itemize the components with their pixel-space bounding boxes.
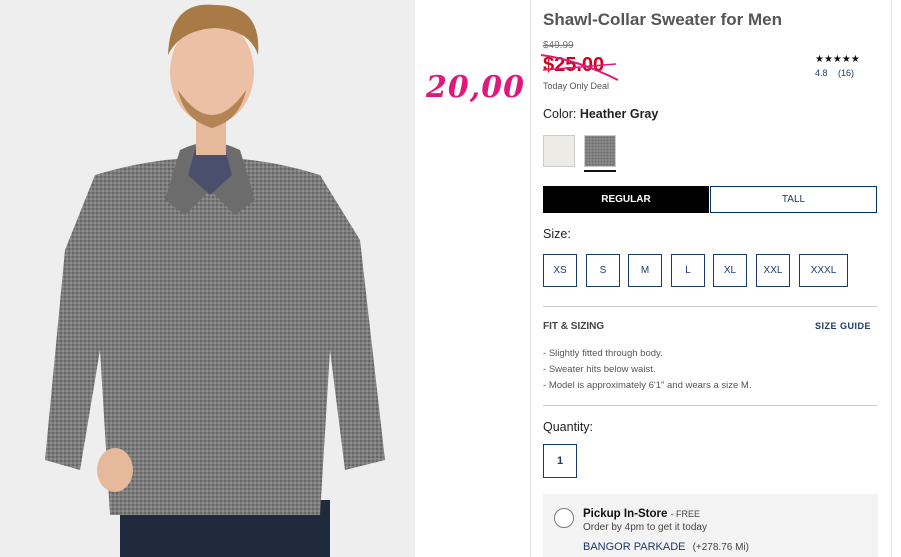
fit-tall-button[interactable]: TALL: [710, 186, 877, 213]
pickup-note: Order by 4pm to get it today: [583, 522, 707, 533]
rating-value: 4.8: [815, 68, 828, 78]
list-item: Model is approximately 6'1" and wears a …: [543, 378, 752, 394]
fit-sizing-heading: FIT & SIZING: [543, 321, 605, 332]
swatch-cream[interactable]: [543, 135, 575, 167]
pickup-radio[interactable]: [554, 508, 574, 528]
deal-note: Today Only Deal: [543, 81, 610, 91]
size-guide-link[interactable]: SIZE GUIDE: [815, 321, 871, 331]
pickup-title: Pickup In-Store - FREE: [583, 508, 701, 520]
fit-details-list: Slightly fitted through body. Sweater hi…: [543, 346, 752, 394]
product-image: [0, 0, 415, 557]
color-label: Color: Heather Gray: [543, 107, 659, 121]
quantity-label: Quantity:: [543, 420, 594, 434]
rating-count: (16): [838, 68, 855, 78]
divider: [543, 306, 878, 307]
product-title: Shawl-Collar Sweater for Men: [543, 10, 782, 29]
store-name: BANGOR PARKADE: [583, 541, 686, 553]
rating-stars-icon[interactable]: ★★★★★: [815, 54, 860, 65]
fit-regular-button[interactable]: REGULAR: [543, 186, 709, 213]
size-l-button[interactable]: L: [671, 254, 705, 287]
selected-color: Heather Gray: [579, 107, 659, 121]
handwritten-price-annotation: 20,00: [426, 70, 525, 105]
price-strike-annotation: [540, 54, 619, 81]
size-xxl-button[interactable]: XXL: [756, 254, 790, 287]
selected-swatch-indicator: [584, 170, 616, 172]
size-label: Size:: [543, 227, 571, 241]
panel-border-left: [530, 0, 531, 557]
pickup-free-label: - FREE: [670, 509, 701, 519]
store-distance: (+278.76 Mi): [692, 542, 749, 553]
list-item: Sweater hits below waist.: [543, 362, 751, 378]
size-xs-button[interactable]: XS: [543, 254, 577, 287]
size-s-button[interactable]: S: [586, 254, 620, 287]
rating-summary[interactable]: 4.8 (16): [815, 68, 862, 78]
size-xxxl-button[interactable]: XXXL: [799, 254, 848, 287]
swatch-heather-gray[interactable]: [584, 135, 616, 167]
list-item: Slightly fitted through body.: [543, 346, 751, 362]
size-xl-button[interactable]: XL: [713, 254, 747, 287]
store-link[interactable]: BANGOR PARKADE (+278.76 Mi): [583, 541, 749, 553]
quantity-select[interactable]: 1: [543, 444, 577, 478]
panel-border-right: [891, 0, 892, 557]
size-m-button[interactable]: M: [628, 254, 662, 287]
divider: [543, 405, 878, 406]
